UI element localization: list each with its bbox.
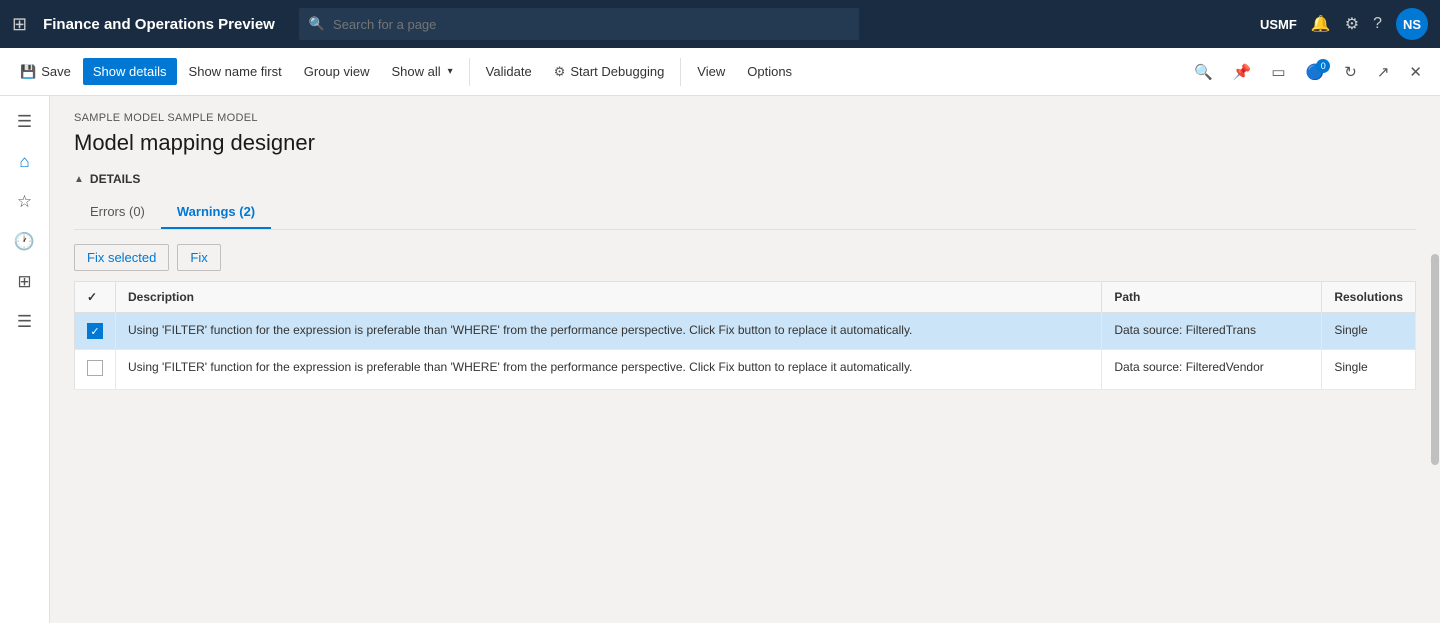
table-row[interactable]: Using 'FILTER' function for the expressi… (75, 350, 1416, 390)
sidebar-item-modules[interactable]: ⊞ (7, 264, 43, 300)
sidebar-item-list[interactable]: ☰ (7, 304, 43, 340)
tab-errors[interactable]: Errors (0) (74, 196, 161, 229)
main-layout: ☰ ⌂ ☆ 🕐 ⊞ ☰ SAMPLE MODEL SAMPLE MODEL Mo… (0, 96, 1440, 623)
search-bar: 🔍 (299, 8, 859, 40)
content-area: SAMPLE MODEL SAMPLE MODEL Model mapping … (50, 96, 1440, 623)
sidebar-item-home[interactable]: ⌂ (7, 144, 43, 180)
search-input[interactable] (333, 17, 849, 32)
app-title: Finance and Operations Preview (43, 16, 275, 33)
group-view-button[interactable]: Group view (294, 58, 380, 85)
show-all-button[interactable]: Show all ▾ (382, 58, 463, 85)
notif-count: 0 (1316, 59, 1330, 73)
top-nav-right: USMF 🔔 ⚙ ? NS (1260, 8, 1428, 40)
checkbox-checked: ✓ (87, 323, 103, 339)
notification-badge: 🔔 (1311, 14, 1331, 34)
avatar[interactable]: NS (1396, 8, 1428, 40)
details-label: DETAILS (90, 172, 140, 186)
row-1-check[interactable]: ✓ (75, 313, 116, 350)
pin-icon[interactable]: 📌 (1225, 57, 1260, 87)
top-navigation: ⊞ Finance and Operations Preview 🔍 USMF … (0, 0, 1440, 48)
tab-warnings[interactable]: Warnings (2) (161, 196, 271, 229)
row-1-path: Data source: FilteredTrans (1102, 313, 1322, 350)
view-button[interactable]: View (687, 58, 735, 85)
validate-button[interactable]: Validate (476, 58, 542, 85)
sidebar-toggle-icon[interactable]: ▭ (1263, 57, 1293, 87)
row-1-resolutions: Single (1322, 313, 1416, 350)
action-bar: Fix selected Fix (74, 244, 1416, 271)
fix-selected-button[interactable]: Fix selected (74, 244, 169, 271)
col-path: Path (1102, 282, 1322, 313)
warnings-table: ✓ Description Path Resolutions ✓ Using '… (74, 281, 1416, 390)
sidebar-item-recent[interactable]: 🕐 (7, 224, 43, 260)
search-ribbon-icon[interactable]: 🔍 (1186, 57, 1221, 87)
save-icon: 💾 (20, 64, 36, 80)
show-name-first-button[interactable]: Show name first (179, 58, 292, 85)
refresh-icon[interactable]: ↻ (1336, 57, 1365, 87)
notification-count-icon[interactable]: 🔵 0 (1298, 57, 1333, 87)
close-icon[interactable]: ✕ (1401, 57, 1430, 87)
options-button[interactable]: Options (737, 58, 802, 85)
help-icon[interactable]: ? (1373, 15, 1382, 33)
details-header[interactable]: ▲ DETAILS (74, 172, 1416, 186)
save-button[interactable]: 💾 Save (10, 58, 81, 86)
check-all-icon: ✓ (87, 290, 97, 304)
search-icon: 🔍 (309, 16, 325, 32)
sidebar-item-hamburger[interactable]: ☰ (7, 104, 43, 140)
settings-icon[interactable]: ⚙ (1345, 14, 1359, 34)
row-1-description: Using 'FILTER' function for the expressi… (116, 313, 1102, 350)
row-2-resolutions: Single (1322, 350, 1416, 390)
page-title: Model mapping designer (74, 130, 1416, 156)
col-resolutions: Resolutions (1322, 282, 1416, 313)
checkbox-unchecked (87, 360, 103, 376)
collapse-icon: ▲ (74, 174, 84, 185)
start-debugging-button[interactable]: ⚙ Start Debugging (544, 58, 675, 86)
debug-icon: ⚙ (554, 64, 566, 80)
open-new-icon[interactable]: ↗ (1369, 57, 1398, 87)
table-header-row: ✓ Description Path Resolutions (75, 282, 1416, 313)
sidebar: ☰ ⌂ ☆ 🕐 ⊞ ☰ (0, 96, 50, 623)
sidebar-item-favorites[interactable]: ☆ (7, 184, 43, 220)
row-2-description: Using 'FILTER' function for the expressi… (116, 350, 1102, 390)
company-code: USMF (1260, 17, 1297, 32)
col-check: ✓ (75, 282, 116, 313)
fix-button[interactable]: Fix (177, 244, 220, 271)
table-row[interactable]: ✓ Using 'FILTER' function for the expres… (75, 313, 1416, 350)
show-all-chevron-icon: ▾ (448, 66, 453, 77)
row-2-path: Data source: FilteredVendor (1102, 350, 1322, 390)
col-description: Description (116, 282, 1102, 313)
scrollbar-track[interactable] (1430, 96, 1440, 623)
ribbon-separator (469, 58, 470, 86)
tabs-bar: Errors (0) Warnings (2) (74, 196, 1416, 230)
ribbon: 💾 Save Show details Show name first Grou… (0, 48, 1440, 96)
ribbon-right-icons: 🔍 📌 ▭ 🔵 0 ↻ ↗ ✕ (1186, 57, 1430, 87)
row-2-check[interactable] (75, 350, 116, 390)
show-details-button[interactable]: Show details (83, 58, 177, 85)
app-grid-icon[interactable]: ⊞ (12, 14, 27, 35)
breadcrumb: SAMPLE MODEL SAMPLE MODEL (74, 112, 1416, 124)
scrollbar-thumb[interactable] (1431, 254, 1439, 465)
ribbon-separator-2 (680, 58, 681, 86)
notifications-icon[interactable]: 🔔 (1311, 14, 1331, 34)
